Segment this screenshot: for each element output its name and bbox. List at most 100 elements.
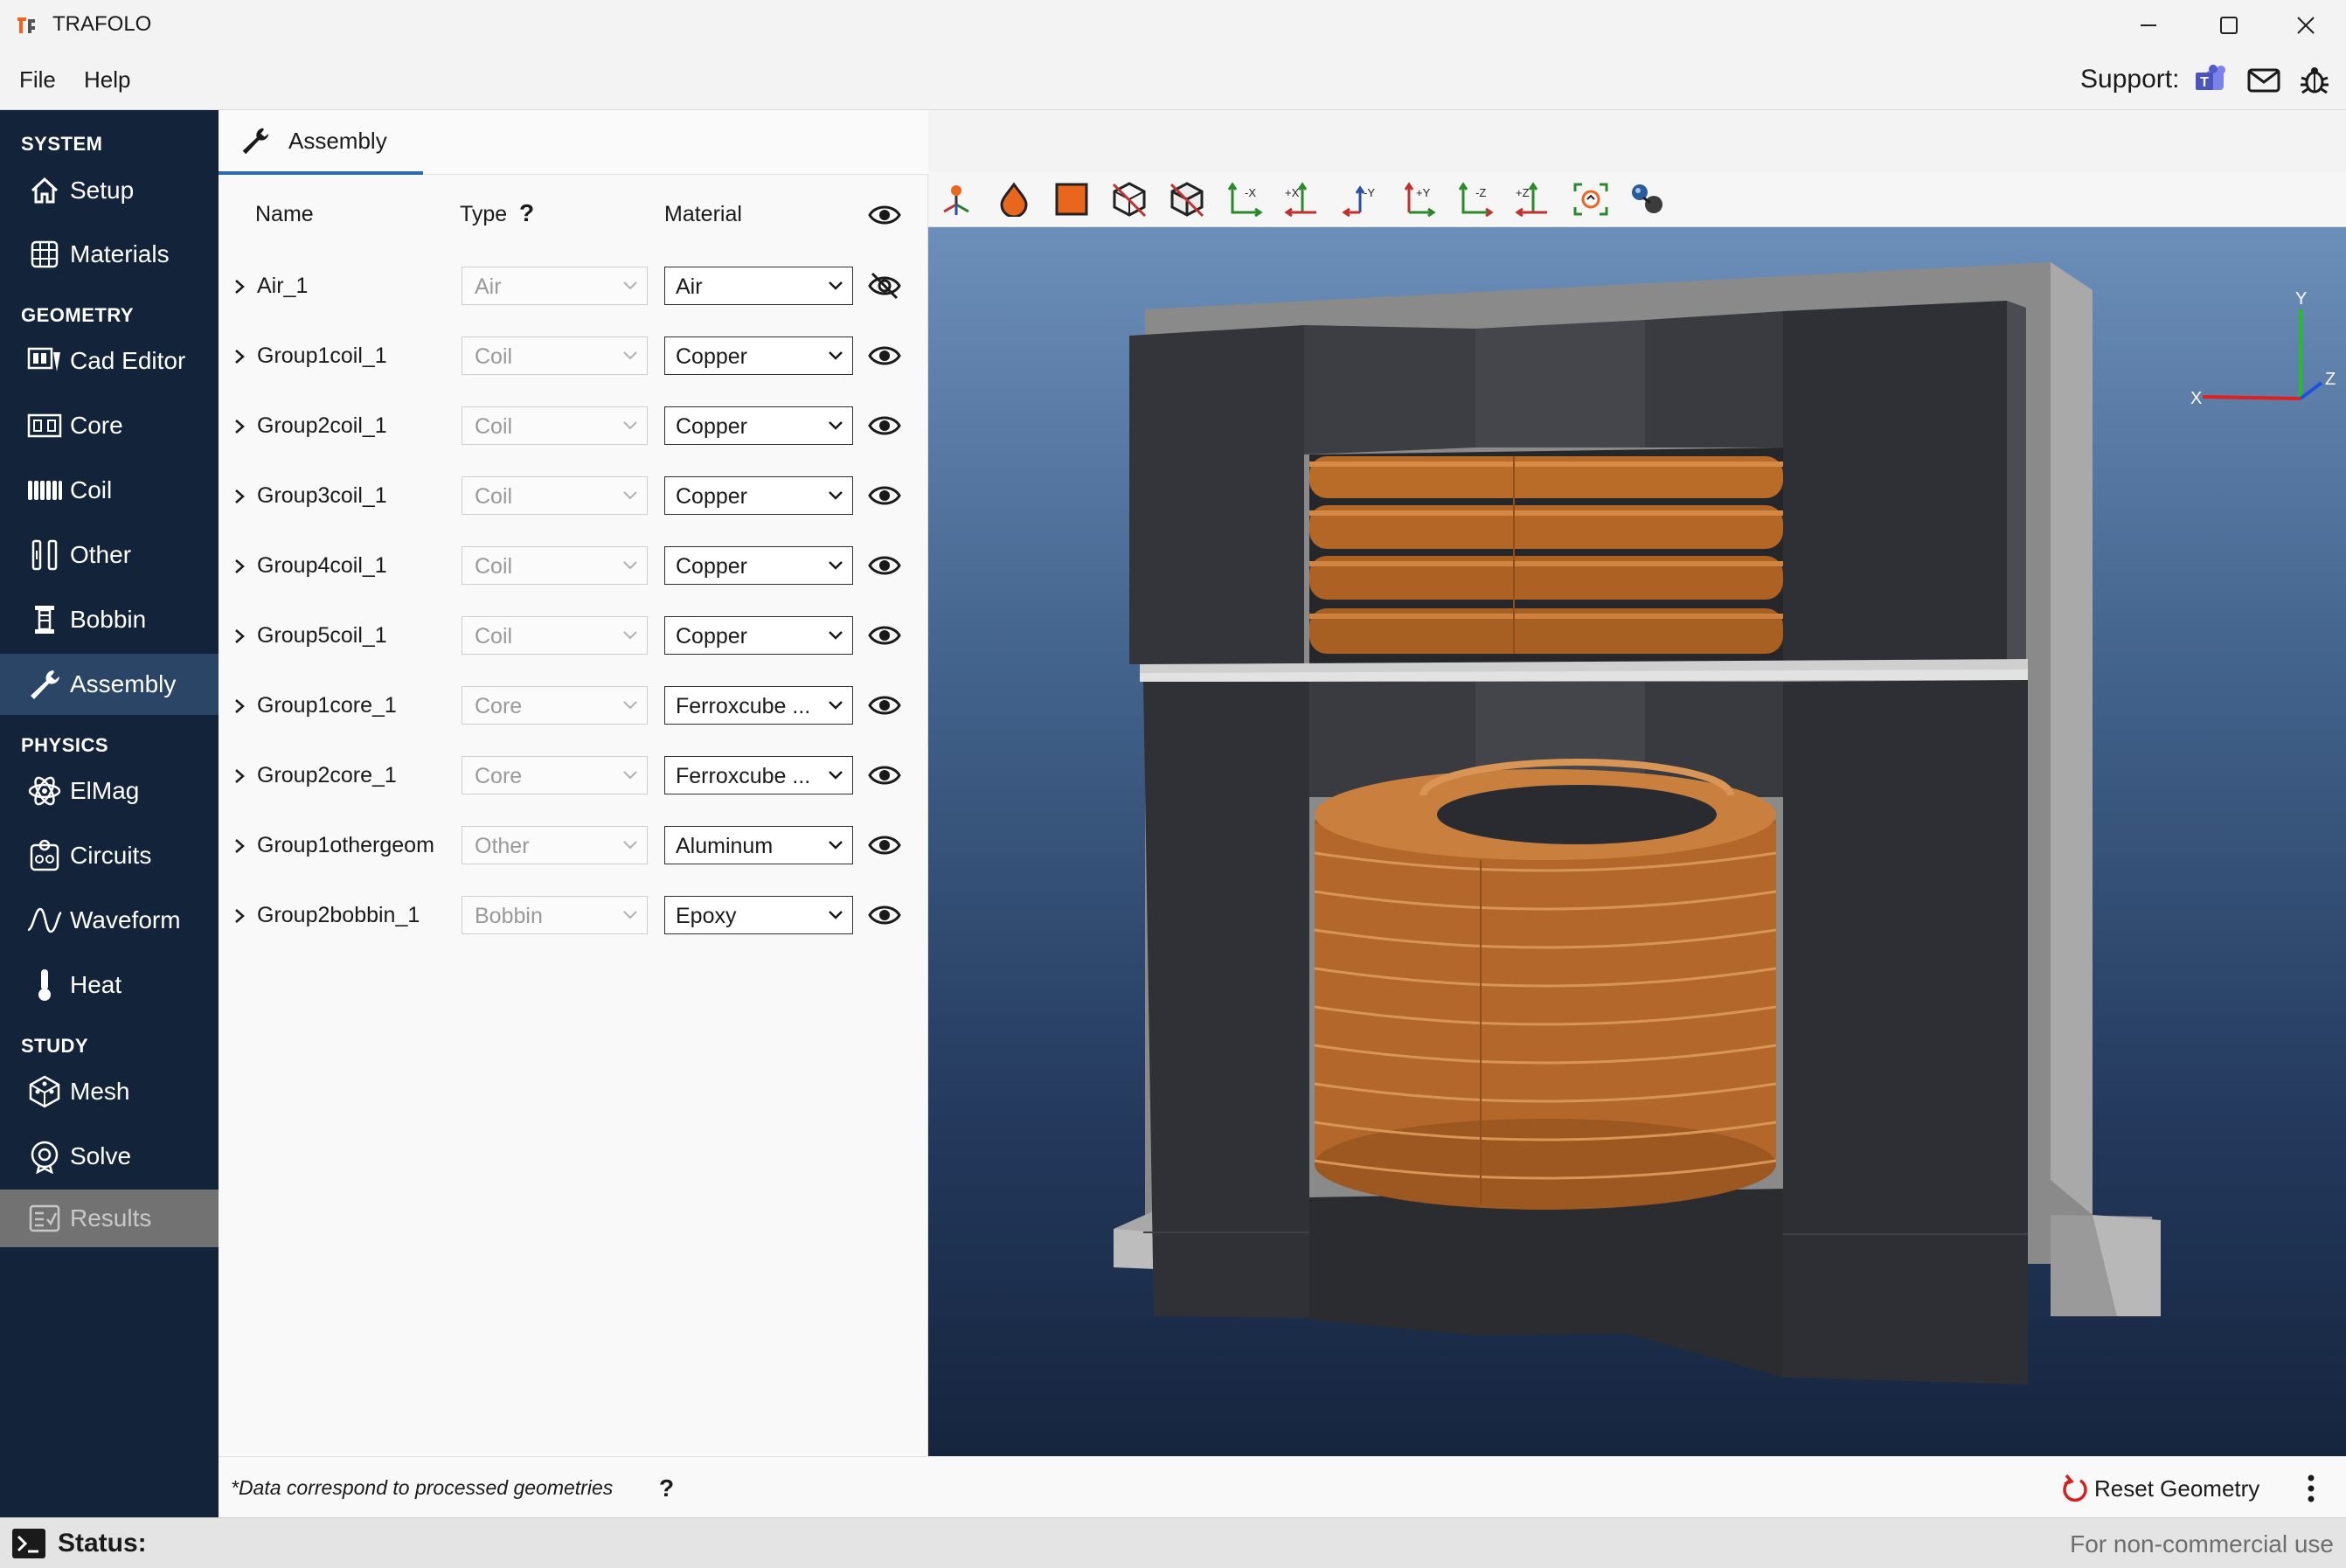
lighting-icon[interactable] [1626,178,1671,220]
nav-coil[interactable]: Coil [0,460,219,521]
chevron-right-icon[interactable] [231,413,248,440]
table-row[interactable]: Group2core_1 Core Ferroxcube ... [219,744,928,814]
pick-icon[interactable] [934,178,979,220]
nav-mesh[interactable]: Mesh [0,1061,219,1122]
view-minus-z-icon[interactable]: -Z [1453,178,1498,220]
nav-label: Circuits [70,842,152,869]
drop-icon[interactable] [991,178,1037,220]
upper-core-right-edge [2007,301,2026,664]
solid-icon[interactable] [1049,178,1094,220]
material-select[interactable]: Copper [664,406,853,445]
note-help-icon[interactable]: ? [659,1474,674,1502]
material-select[interactable]: Ferroxcube ... [664,756,853,794]
material-select[interactable]: Air [664,267,853,305]
wireframe-icon[interactable] [1107,178,1152,220]
nav-core[interactable]: Core [0,395,219,456]
nav-elmag[interactable]: ElMag [0,760,219,822]
material-select[interactable]: Copper [664,616,853,655]
nav-materials[interactable]: Materials [0,224,219,285]
nav-setup[interactable]: Setup [0,160,219,221]
eye-icon[interactable] [867,340,902,371]
fit-view-icon[interactable] [1568,178,1614,220]
material-select[interactable]: Copper [664,336,853,375]
row-name: Group1othergeom [257,833,434,857]
material-select[interactable]: Aluminum [664,826,853,864]
view-plus-z-icon[interactable]: +Z [1510,178,1556,220]
material-select[interactable]: Copper [664,546,853,585]
view-plus-y-icon[interactable]: +Y [1395,178,1440,220]
eye-icon[interactable] [867,620,902,651]
view-minus-x-icon[interactable]: -X [1222,178,1267,220]
eye-icon[interactable] [867,201,902,229]
material-select[interactable]: Ferroxcube ... [664,686,853,725]
eye-icon[interactable] [867,480,902,511]
box-icon[interactable] [1164,178,1210,220]
chevron-right-icon[interactable] [231,903,248,929]
mail-icon[interactable] [2245,61,2283,100]
menu-file[interactable]: File [19,66,56,94]
eye-icon[interactable] [867,550,902,581]
table-row[interactable]: Group1othergeom Other Aluminum [219,814,928,884]
eye-off-icon[interactable] [867,270,902,302]
chevron-right-icon[interactable] [231,763,248,789]
eye-icon[interactable] [867,410,902,441]
menu-help[interactable]: Help [84,66,130,94]
nav-results[interactable]: Results [0,1190,219,1247]
view-minus-y-icon[interactable]: -Y [1337,178,1383,220]
minimize-icon[interactable] [2108,0,2189,51]
close-icon[interactable] [2266,0,2346,51]
other-icon [23,536,66,574]
chevron-right-icon[interactable] [231,274,248,300]
eye-icon[interactable] [867,899,902,931]
chevron-right-icon[interactable] [231,483,248,510]
type-value: Coil [475,484,513,509]
type-help-icon[interactable]: ? [519,199,534,227]
nav-bobbin[interactable]: Bobbin [0,589,219,650]
table-row[interactable]: Group3coil_1 Coil Copper [219,464,928,534]
chevron-right-icon[interactable] [231,623,248,649]
chevron-right-icon[interactable] [231,693,248,719]
nav-assembly[interactable]: Assembly [0,654,219,715]
lower-core-bottom [1309,1189,1783,1377]
nav-heat[interactable]: Heat [0,954,219,1016]
nav-solve[interactable]: Solve [0,1126,219,1187]
type-select: Coil [462,336,648,375]
chevron-right-icon[interactable] [231,833,248,859]
eye-icon[interactable] [867,829,902,861]
type-select: Core [462,686,648,725]
nav-label: Cad Editor [70,347,186,374]
maximize-icon[interactable] [2189,0,2269,51]
chevron-right-icon[interactable] [231,553,248,579]
more-options-icon[interactable] [2302,1473,2320,1504]
3d-viewport[interactable]: Y X Z [928,227,2346,1456]
tab-bar: Assembly [219,110,928,175]
bug-icon[interactable] [2295,61,2334,100]
row-name: Air_1 [257,274,309,298]
table-row[interactable]: Group2bobbin_1 Bobbin Epoxy [219,884,928,954]
table-row[interactable]: Group1coil_1 Coil Copper [219,324,928,394]
material-select[interactable]: Epoxy [664,896,853,934]
table-row[interactable]: Group1core_1 Core Ferroxcube ... [219,674,928,744]
terminal-icon[interactable] [10,1527,47,1560]
chevron-down-icon [623,911,637,919]
chevron-right-icon[interactable] [231,343,248,370]
table-row[interactable]: Air_1 Air Air [219,254,928,324]
nav-circuits[interactable]: Circuits [0,825,219,886]
transformer-model[interactable]: Y X Z [928,227,2346,1456]
table-row[interactable]: Group2coil_1 Coil Copper [219,394,928,464]
view-plus-x-icon[interactable]: +X [1280,178,1325,220]
nav-other[interactable]: Other [0,524,219,586]
table-row[interactable]: Group4coil_1 Coil Copper [219,534,928,604]
tab-assembly[interactable]: Assembly [219,110,423,175]
nav-waveform[interactable]: Waveform [0,890,219,951]
table-row[interactable]: Group5coil_1 Coil Copper [219,604,928,674]
chevron-down-icon [623,421,637,430]
teams-icon[interactable]: T [2192,61,2231,100]
axis-triad: Y X Z [2190,289,2336,408]
material-select[interactable]: Copper [664,476,853,515]
nav-cad-editor[interactable]: Cad Editor [0,330,219,392]
eye-icon[interactable] [867,690,902,721]
reset-geometry-button[interactable]: Reset Geometry [2061,1471,2259,1506]
core-icon [23,406,66,445]
eye-icon[interactable] [867,760,902,791]
